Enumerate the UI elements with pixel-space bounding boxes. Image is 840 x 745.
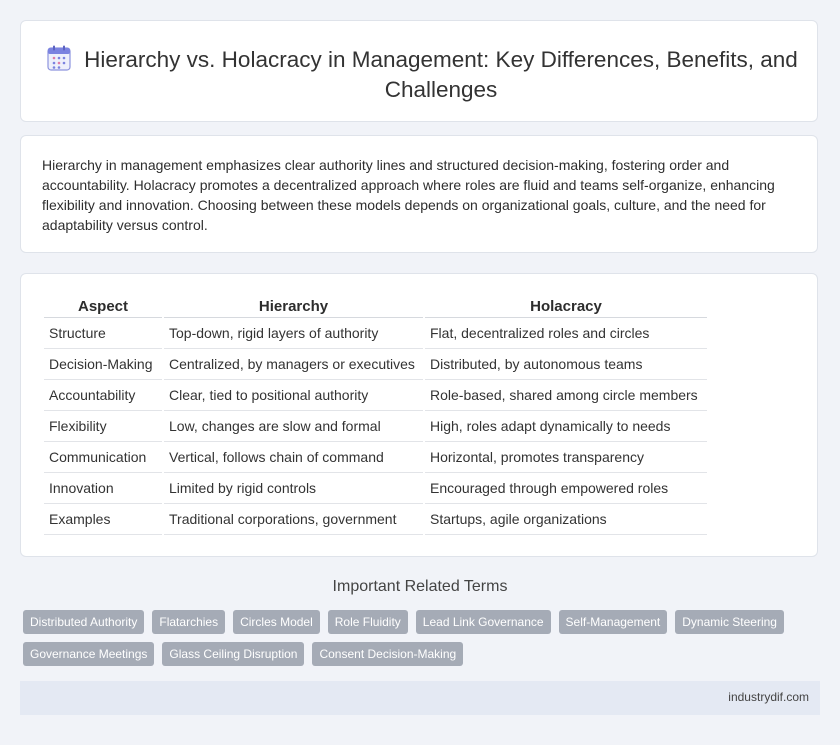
related-term-tag[interactable]: Consent Decision-Making xyxy=(312,642,464,666)
aspect-cell: Decision-Making xyxy=(44,349,162,380)
related-terms-list: Distributed Authority Flatarchies Circle… xyxy=(23,610,803,666)
table-row: Communication Vertical, follows chain of… xyxy=(44,442,707,473)
title-card: Hierarchy vs. Holacracy in Management: K… xyxy=(20,20,818,122)
holacracy-cell: Startups, agile organizations xyxy=(425,504,707,535)
table-row: Decision-Making Centralized, by managers… xyxy=(44,349,707,380)
hierarchy-cell: Traditional corporations, government xyxy=(164,504,423,535)
table-row: Innovation Limited by rigid controls Enc… xyxy=(44,473,707,504)
header-holacracy: Holacracy xyxy=(425,295,707,318)
calendar-icon xyxy=(47,45,71,71)
related-term-tag[interactable]: Governance Meetings xyxy=(23,642,155,666)
related-term-tag[interactable]: Lead Link Governance xyxy=(415,610,551,634)
table-row: Examples Traditional corporations, gover… xyxy=(44,504,707,535)
header-aspect: Aspect xyxy=(44,295,162,318)
holacracy-cell: Horizontal, promotes transparency xyxy=(425,442,707,473)
related-term-tag[interactable]: Distributed Authority xyxy=(23,610,145,634)
related-term-tag[interactable]: Self-Management xyxy=(558,610,668,634)
hierarchy-cell: Clear, tied to positional authority xyxy=(164,380,423,411)
aspect-cell: Accountability xyxy=(44,380,162,411)
related-term-tag[interactable]: Glass Ceiling Disruption xyxy=(162,642,305,666)
related-term-tag[interactable]: Dynamic Steering xyxy=(675,610,784,634)
aspect-cell: Communication xyxy=(44,442,162,473)
holacracy-cell: Encouraged through empowered roles xyxy=(425,473,707,504)
holacracy-cell: Flat, decentralized roles and circles xyxy=(425,318,707,349)
hierarchy-cell: Top-down, rigid layers of authority xyxy=(164,318,423,349)
table-row: Accountability Clear, tied to positional… xyxy=(44,380,707,411)
summary-paragraph: Hierarchy in management emphasizes clear… xyxy=(42,157,775,233)
comparison-card: Aspect Hierarchy Holacracy Structure Top… xyxy=(20,273,818,557)
comparison-table: Aspect Hierarchy Holacracy Structure Top… xyxy=(42,295,709,535)
summary-card: Hierarchy in management emphasizes clear… xyxy=(20,135,818,253)
footer-bar: industrydif.com xyxy=(20,681,820,715)
holacracy-cell: Distributed, by autonomous teams xyxy=(425,349,707,380)
aspect-cell: Flexibility xyxy=(44,411,162,442)
related-term-tag[interactable]: Circles Model xyxy=(233,610,320,634)
aspect-cell: Structure xyxy=(44,318,162,349)
hierarchy-cell: Centralized, by managers or executives xyxy=(164,349,423,380)
aspect-cell: Innovation xyxy=(44,473,162,504)
hierarchy-cell: Low, changes are slow and formal xyxy=(164,411,423,442)
aspect-cell: Examples xyxy=(44,504,162,535)
header-hierarchy: Hierarchy xyxy=(164,295,423,318)
table-row: Structure Top-down, rigid layers of auth… xyxy=(44,318,707,349)
table-row: Flexibility Low, changes are slow and fo… xyxy=(44,411,707,442)
holacracy-cell: High, roles adapt dynamically to needs xyxy=(425,411,707,442)
table-header-row: Aspect Hierarchy Holacracy xyxy=(44,295,707,318)
hierarchy-cell: Limited by rigid controls xyxy=(164,473,423,504)
related-terms-heading: Important Related Terms xyxy=(332,578,508,595)
holacracy-cell: Role-based, shared among circle members xyxy=(425,380,707,411)
hierarchy-cell: Vertical, follows chain of command xyxy=(164,442,423,473)
related-term-tag[interactable]: Flatarchies xyxy=(152,610,226,634)
related-term-tag[interactable]: Role Fluidity xyxy=(327,610,408,634)
footer-site-link[interactable]: industrydif.com xyxy=(728,690,809,704)
page-title: Hierarchy vs. Holacracy in Management: K… xyxy=(84,47,798,102)
